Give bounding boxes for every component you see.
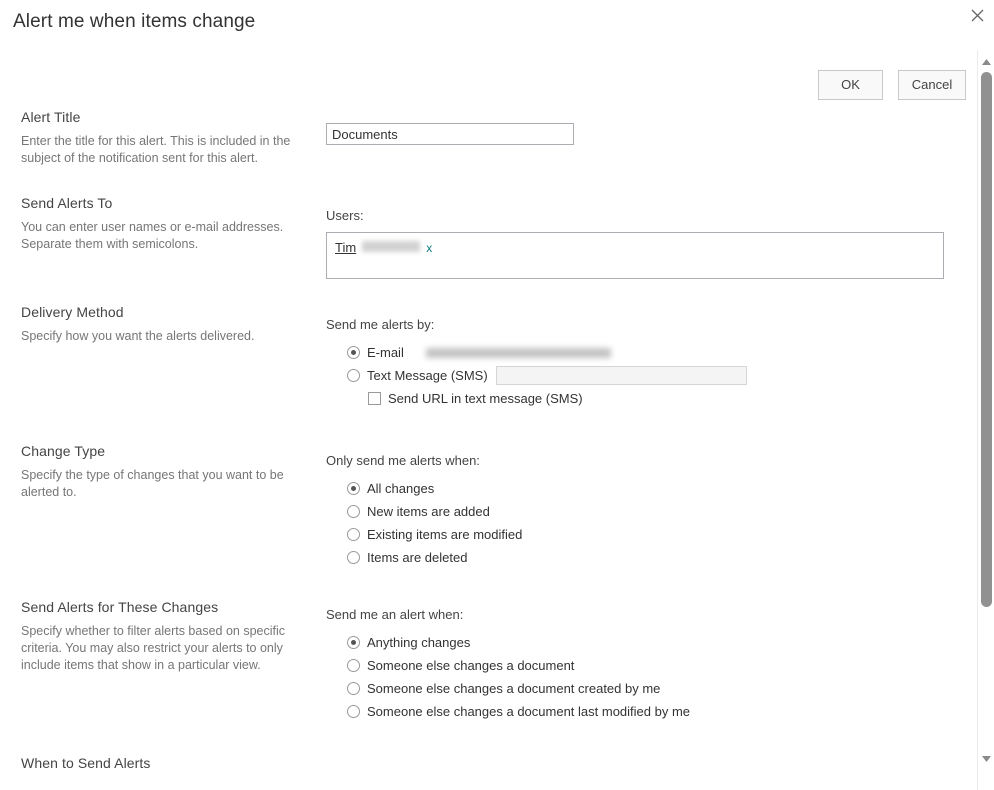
radio-someone-changes-doc-label[interactable]: Someone else changes a document <box>367 658 574 673</box>
cancel-button[interactable]: Cancel <box>898 70 966 100</box>
send-url-checkbox-label[interactable]: Send URL in text message (SMS) <box>388 391 583 406</box>
chevron-down-icon <box>981 755 991 764</box>
user-token-name[interactable]: Tim <box>335 240 356 255</box>
send-alerts-for-changes-field: Send me an alert when: Anything changes … <box>326 607 690 723</box>
radio-option-all-changes[interactable]: All changes <box>326 477 522 500</box>
radio-option-someone-changes-doc[interactable]: Someone else changes a document <box>326 654 690 677</box>
radio-anything-changes-indicator[interactable] <box>347 636 360 649</box>
users-field: Users: Tim x <box>326 208 944 279</box>
radio-someone-changes-doc-modified-indicator[interactable] <box>347 705 360 718</box>
close-dialog-button[interactable] <box>964 2 990 28</box>
send-alerts-for-changes-heading: Send Alerts for These Changes <box>21 599 219 615</box>
radio-all-changes-label[interactable]: All changes <box>367 481 434 496</box>
radio-option-sms[interactable]: Text Message (SMS) <box>326 364 747 387</box>
radio-new-items-label[interactable]: New items are added <box>367 504 490 519</box>
scrollbar-thumb[interactable] <box>981 72 992 607</box>
radio-anything-changes-label[interactable]: Anything changes <box>367 635 470 650</box>
scroll-down-button[interactable] <box>978 751 994 768</box>
delivery-method-field: Send me alerts by: E-mail Text Message (… <box>326 317 747 410</box>
send-me-alerts-by-label: Send me alerts by: <box>326 317 435 332</box>
send-alerts-to-heading: Send Alerts To <box>21 195 113 211</box>
change-type-field: Only send me alerts when: All changes Ne… <box>326 453 522 569</box>
send-alerts-for-changes-labels: Send Alerts for These Changes Specify wh… <box>21 599 291 674</box>
sms-number-input[interactable] <box>495 366 747 385</box>
checkbox-send-url[interactable]: Send URL in text message (SMS) <box>326 387 747 410</box>
send-alerts-to-description: You can enter user names or e-mail addre… <box>21 220 284 251</box>
change-type-heading: Change Type <box>21 443 106 459</box>
radio-option-email[interactable]: E-mail <box>326 341 747 364</box>
email-address-value <box>424 347 613 358</box>
users-label: Users: <box>326 208 364 223</box>
delivery-method-heading: Delivery Method <box>21 304 124 320</box>
page-title: Alert me when items change <box>13 11 256 32</box>
radio-existing-items-label[interactable]: Existing items are modified <box>367 527 522 542</box>
chevron-up-icon <box>981 58 991 67</box>
dialog-scroll-region: OK Cancel Alert Title Enter the title fo… <box>0 50 994 790</box>
scroll-up-button[interactable] <box>978 54 994 71</box>
alert-title-heading: Alert Title <box>21 109 81 125</box>
radio-sms-label[interactable]: Text Message (SMS) <box>367 368 488 383</box>
radio-sms-indicator[interactable] <box>347 369 360 382</box>
delivery-method-labels: Delivery Method Specify how you want the… <box>21 304 291 345</box>
change-type-description: Specify the type of changes that you wan… <box>21 468 284 499</box>
radio-existing-items-indicator[interactable] <box>347 528 360 541</box>
radio-option-existing-items[interactable]: Existing items are modified <box>326 523 522 546</box>
user-token[interactable]: Tim x <box>335 240 432 255</box>
radio-option-new-items[interactable]: New items are added <box>326 500 522 523</box>
send-alerts-to-labels: Send Alerts To You can enter user names … <box>21 195 291 253</box>
when-to-send-heading: When to Send Alerts <box>21 755 151 771</box>
delivery-method-description: Specify how you want the alerts delivere… <box>21 329 255 343</box>
email-address-redacted <box>425 347 611 358</box>
alert-title-labels: Alert Title Enter the title for this ale… <box>21 109 291 167</box>
vertical-scrollbar[interactable] <box>977 50 994 790</box>
radio-someone-changes-doc-created-indicator[interactable] <box>347 682 360 695</box>
radio-email-label[interactable]: E-mail <box>367 345 404 360</box>
send-url-checkbox-indicator[interactable] <box>368 392 381 405</box>
send-alerts-for-changes-description: Specify whether to filter alerts based o… <box>21 624 286 672</box>
radio-items-deleted-label[interactable]: Items are deleted <box>367 550 467 565</box>
radio-someone-changes-doc-indicator[interactable] <box>347 659 360 672</box>
radio-someone-changes-doc-created-label[interactable]: Someone else changes a document created … <box>367 681 660 696</box>
radio-option-someone-changes-doc-created-by-me[interactable]: Someone else changes a document created … <box>326 677 690 700</box>
radio-option-anything-changes[interactable]: Anything changes <box>326 631 690 654</box>
radio-email-indicator[interactable] <box>347 346 360 359</box>
change-type-labels: Change Type Specify the type of changes … <box>21 443 291 501</box>
when-to-send-labels: When to Send Alerts <box>21 755 291 779</box>
user-token-surname-redacted <box>362 241 421 252</box>
alert-form: OK Cancel Alert Title Enter the title fo… <box>0 50 972 790</box>
radio-someone-changes-doc-modified-label[interactable]: Someone else changes a document last mod… <box>367 704 690 719</box>
radio-new-items-indicator[interactable] <box>347 505 360 518</box>
send-me-alert-when-label: Send me an alert when: <box>326 607 464 622</box>
alert-title-input[interactable] <box>326 123 574 145</box>
ok-button[interactable]: OK <box>818 70 883 100</box>
remove-user-icon[interactable]: x <box>426 241 432 255</box>
radio-all-changes-indicator[interactable] <box>347 482 360 495</box>
radio-option-someone-changes-doc-modified-by-me[interactable]: Someone else changes a document last mod… <box>326 700 690 723</box>
form-actions: OK Cancel <box>818 70 966 100</box>
close-icon <box>971 9 984 22</box>
radio-option-items-deleted[interactable]: Items are deleted <box>326 546 522 569</box>
radio-items-deleted-indicator[interactable] <box>347 551 360 564</box>
alert-title-field <box>326 123 574 145</box>
alert-title-description: Enter the title for this alert. This is … <box>21 134 291 165</box>
users-input[interactable]: Tim x <box>326 232 944 279</box>
only-send-alerts-when-label: Only send me alerts when: <box>326 453 480 468</box>
